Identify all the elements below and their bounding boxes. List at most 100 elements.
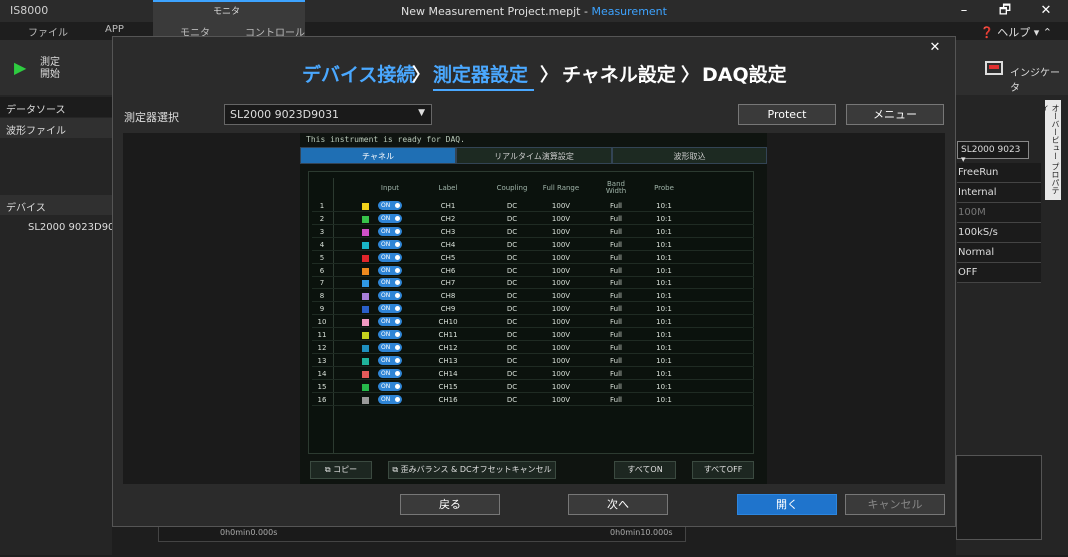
probe-value[interactable]: 10:1	[646, 342, 682, 354]
indicator-button[interactable]: インジケータ	[1010, 64, 1068, 94]
input-toggle[interactable]: ON	[378, 239, 402, 249]
close-window-button[interactable]: ✕	[1026, 2, 1066, 20]
coupling-value[interactable]: DC	[490, 303, 534, 315]
input-toggle[interactable]: ON	[378, 330, 402, 339]
bandwidth-value[interactable]: Full	[596, 252, 636, 264]
channel-label[interactable]: CH8	[418, 290, 478, 302]
prop-row[interactable]: 100kS/s	[957, 223, 1041, 243]
wizard-step-instrument[interactable]: 測定器設定	[433, 60, 528, 87]
input-toggle[interactable]: ON	[378, 201, 402, 210]
input-toggle[interactable]: ON	[378, 317, 402, 327]
input-toggle[interactable]: ON	[378, 252, 402, 262]
coupling-value[interactable]: DC	[490, 226, 534, 238]
copy-button[interactable]: ⧉ コピー	[310, 461, 372, 479]
channel-label[interactable]: CH12	[418, 342, 478, 354]
prop-row[interactable]: 100M	[957, 203, 1041, 223]
probe-value[interactable]: 10:1	[646, 381, 682, 393]
instrument-select[interactable]: SL2000 9023D9031 ▼	[224, 104, 432, 125]
help-menu[interactable]: ❓ ヘルプ ▾ ⌃	[980, 24, 1052, 40]
range-value[interactable]: 100V	[536, 303, 586, 315]
input-toggle[interactable]: ON	[378, 213, 402, 223]
range-value[interactable]: 100V	[536, 265, 586, 277]
all-on-button[interactable]: すべてON	[614, 461, 676, 479]
protect-button[interactable]: Protect	[738, 104, 836, 125]
bandwidth-value[interactable]: Full	[596, 239, 636, 251]
channel-label[interactable]: CH11	[418, 329, 478, 341]
table-row[interactable]: 3 ON CH3 DC 100V Full 10:1	[312, 226, 754, 238]
bandwidth-value[interactable]: Full	[596, 290, 636, 302]
wizard-step-device[interactable]: デバイス接続	[302, 60, 415, 87]
cancel-button[interactable]: キャンセル	[845, 494, 945, 515]
probe-value[interactable]: 10:1	[646, 303, 682, 315]
prop-row[interactable]: FreeRun	[957, 163, 1041, 183]
table-row[interactable]: 13 ON CH13 DC 100V Full 10:1	[312, 355, 754, 367]
coupling-value[interactable]: DC	[490, 290, 534, 302]
coupling-value[interactable]: DC	[490, 342, 534, 354]
measure-start-button[interactable]: 測定 開始	[40, 57, 60, 81]
minimize-button[interactable]: –	[944, 2, 984, 20]
table-row[interactable]: 10 ON CH10 DC 100V Full 10:1	[312, 316, 754, 329]
probe-value[interactable]: 10:1	[646, 355, 682, 367]
property-side-tab[interactable]: オーバービュー プロパティ	[1040, 100, 1061, 200]
range-value[interactable]: 100V	[536, 290, 586, 302]
input-toggle[interactable]: ON	[378, 304, 402, 314]
bandwidth-value[interactable]: Full	[596, 368, 636, 380]
channel-label[interactable]: CH9	[418, 303, 478, 315]
probe-value[interactable]: 10:1	[646, 213, 682, 225]
coupling-value[interactable]: DC	[490, 355, 534, 367]
input-toggle[interactable]: ON	[378, 226, 402, 236]
channel-label[interactable]: CH14	[418, 368, 478, 380]
probe-value[interactable]: 10:1	[646, 316, 682, 328]
channel-label[interactable]: CH13	[418, 355, 478, 367]
coupling-value[interactable]: DC	[490, 329, 534, 341]
probe-value[interactable]: 10:1	[646, 394, 682, 406]
channel-label[interactable]: CH2	[418, 213, 478, 225]
probe-value[interactable]: 10:1	[646, 277, 682, 289]
channel-label[interactable]: CH4	[418, 239, 478, 251]
right-device-select[interactable]: SL2000 9023 ▾	[957, 141, 1029, 165]
next-button[interactable]: 次へ	[568, 494, 668, 515]
prop-row[interactable]: Normal	[957, 243, 1041, 263]
wizard-step-daq[interactable]: DAQ設定	[702, 60, 787, 87]
range-value[interactable]: 100V	[536, 368, 586, 380]
device-item[interactable]: SL2000 9023D9031	[28, 222, 112, 233]
input-toggle[interactable]: ON	[378, 278, 402, 288]
probe-value[interactable]: 10:1	[646, 226, 682, 238]
open-button[interactable]: 開く	[737, 494, 837, 515]
channel-label[interactable]: CH6	[418, 265, 478, 277]
tab-app[interactable]: APP	[105, 24, 124, 35]
screen-tab-realtime[interactable]: リアルタイム演算設定	[456, 147, 612, 164]
table-row[interactable]: 5 ON CH5 DC 100V Full 10:1	[312, 252, 754, 264]
input-toggle[interactable]: ON	[378, 342, 402, 352]
range-value[interactable]: 100V	[536, 226, 586, 238]
prop-row[interactable]: OFF	[957, 263, 1041, 283]
channel-label[interactable]: CH5	[418, 252, 478, 264]
coupling-value[interactable]: DC	[490, 394, 534, 406]
table-row[interactable]: 9 ON CH9 DC 100V Full 10:1	[312, 303, 754, 316]
range-value[interactable]: 100V	[536, 316, 586, 328]
waveform-file-item[interactable]: 波形ファイル	[0, 118, 112, 138]
coupling-value[interactable]: DC	[490, 252, 534, 264]
bandwidth-value[interactable]: Full	[596, 316, 636, 328]
screen-tab-channel[interactable]: チャネル	[300, 147, 456, 164]
bandwidth-value[interactable]: Full	[596, 394, 636, 406]
bandwidth-value[interactable]: Full	[596, 329, 636, 341]
range-value[interactable]: 100V	[536, 381, 586, 393]
coupling-value[interactable]: DC	[490, 213, 534, 225]
input-toggle[interactable]: ON	[378, 265, 402, 275]
bandwidth-value[interactable]: Full	[596, 355, 636, 367]
channel-label[interactable]: CH15	[418, 381, 478, 393]
bandwidth-value[interactable]: Full	[596, 277, 636, 289]
table-row[interactable]: 4 ON CH4 DC 100V Full 10:1	[312, 239, 754, 251]
table-row[interactable]: 16 ON CH16 DC 100V Full 10:1	[312, 394, 754, 406]
range-value[interactable]: 100V	[536, 277, 586, 289]
table-row[interactable]: 15 ON CH15 DC 100V Full 10:1	[312, 381, 754, 393]
screen-tab-capture[interactable]: 波形取込	[612, 147, 767, 164]
prop-row[interactable]: Internal	[957, 183, 1041, 203]
maximize-button[interactable]: 🗗	[985, 2, 1025, 20]
table-row[interactable]: 1 ON CH1 DC 100V Full 10:1	[312, 200, 754, 212]
bandwidth-value[interactable]: Full	[596, 213, 636, 225]
range-value[interactable]: 100V	[536, 394, 586, 406]
coupling-value[interactable]: DC	[490, 200, 534, 212]
device-header[interactable]: デバイス	[0, 195, 112, 215]
